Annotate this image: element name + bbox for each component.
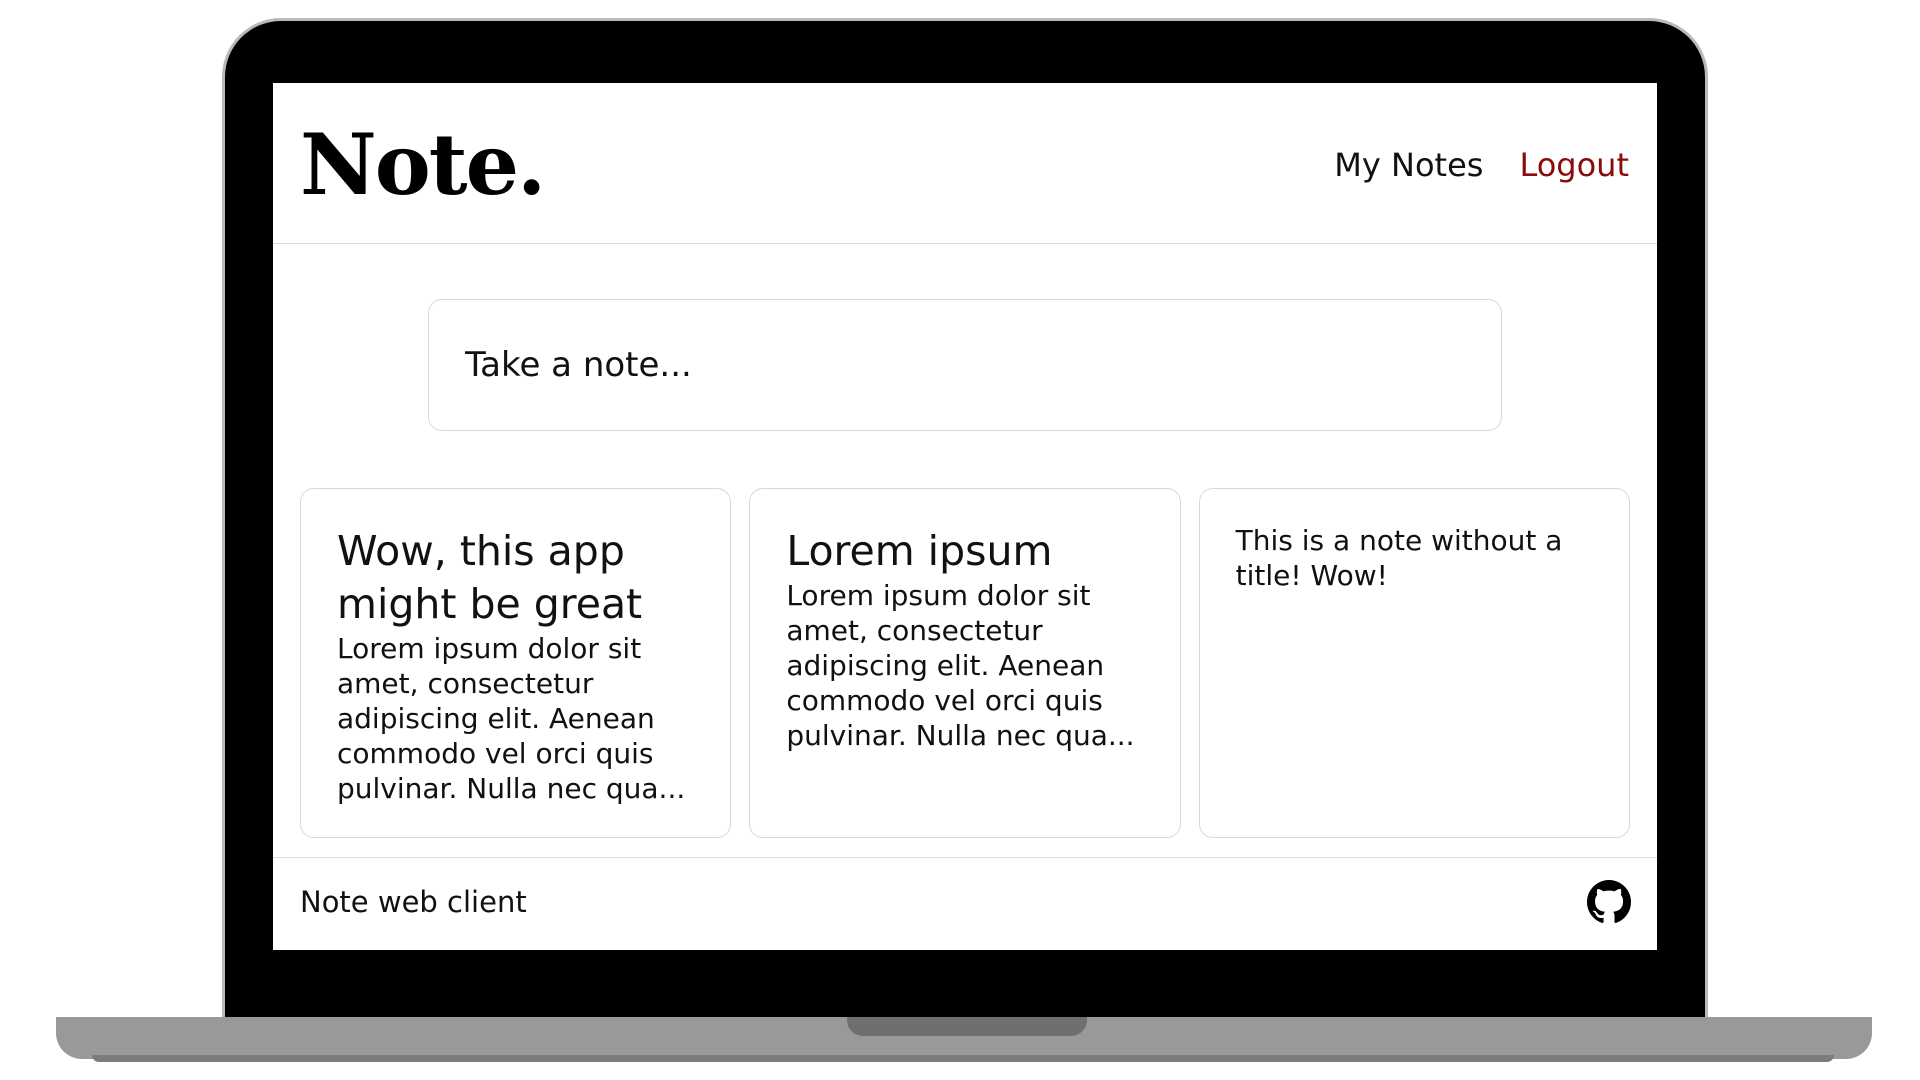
laptop-mockup: Note. My Notes Logout Wow, this app migh…	[0, 0, 1920, 1080]
laptop-base-shadow	[92, 1055, 1834, 1062]
footer-text: Note web client	[300, 885, 527, 919]
nav-logout-link[interactable]: Logout	[1519, 143, 1629, 187]
notes-grid: Wow, this app might be great Lorem ipsum…	[300, 488, 1630, 838]
app-logo[interactable]: Note.	[300, 115, 546, 215]
note-title: Lorem ipsum	[786, 527, 1053, 575]
laptop-notch	[847, 1017, 1087, 1036]
note-card[interactable]: Wow, this app might be great Lorem ipsum…	[300, 488, 732, 838]
note-body: This is a note without a title! Wow!	[1235, 524, 1563, 592]
github-icon[interactable]	[1587, 880, 1631, 924]
note-title: Wow, this app might be great	[337, 527, 643, 628]
app-footer: Note web client	[273, 857, 1657, 950]
main-nav: My Notes Logout	[1334, 143, 1629, 187]
note-card[interactable]: Lorem ipsum Lorem ipsum dolor sit amet, …	[749, 488, 1181, 838]
note-body: Lorem ipsum dolor sit amet, consectetur …	[786, 579, 1135, 752]
nav-my-notes-link[interactable]: My Notes	[1334, 143, 1483, 187]
note-card[interactable]: This is a note without a title! Wow!	[1198, 488, 1630, 838]
app-header: Note. My Notes Logout	[273, 83, 1657, 244]
note-body: Lorem ipsum dolor sit amet, consectetur …	[337, 632, 686, 805]
take-note-input[interactable]	[428, 299, 1502, 431]
app-screen: Note. My Notes Logout Wow, this app migh…	[273, 83, 1657, 950]
